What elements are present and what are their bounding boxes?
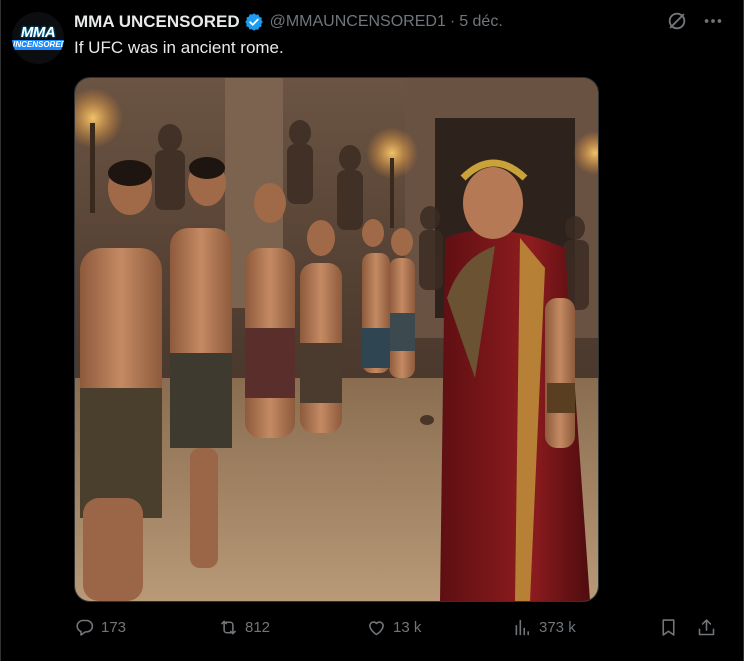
avatar-text-top: MMA: [20, 24, 56, 41]
more-options-icon[interactable]: [702, 10, 724, 32]
verified-badge-icon[interactable]: [244, 12, 264, 32]
views-icon: [515, 619, 529, 636]
tweet-header: MMA UNCENSORED @MMAUNCENSORED1 · 5 déc.: [74, 11, 503, 33]
like-count: 13 k: [393, 619, 422, 636]
left-border: [0, 0, 1, 661]
bookmark-icon: [662, 619, 675, 636]
author-name[interactable]: MMA UNCENSORED: [74, 12, 240, 32]
heart-icon: [369, 621, 384, 636]
repost-count: 812: [245, 619, 271, 636]
reply-button[interactable]: 173: [74, 617, 126, 638]
action-bar: 173 812 13 k 373 k: [74, 617, 724, 643]
avatar-text-bottom: UNCENSORED: [12, 40, 64, 50]
views-count: 373 k: [539, 619, 576, 636]
repost-icon: [221, 620, 236, 635]
separator-dot: ·: [449, 13, 456, 30]
avatar[interactable]: MMA UNCENSORED: [12, 12, 64, 64]
ancient-rome-arena-image: [75, 78, 598, 601]
repost-button[interactable]: 812: [218, 617, 270, 638]
post-date[interactable]: 5 déc.: [459, 13, 503, 31]
reply-count: 173: [101, 619, 127, 636]
grok-icon[interactable]: [666, 10, 688, 32]
reply-icon: [76, 619, 94, 636]
share-icon: [698, 619, 715, 636]
tweet-text: If UFC was in ancient rome.: [74, 38, 284, 57]
author-handle[interactable]: @MMAUNCENSORED1: [270, 13, 446, 31]
like-button[interactable]: 13 k: [366, 617, 421, 638]
views-button[interactable]: 373 k: [512, 617, 576, 638]
tweet-image[interactable]: [74, 77, 599, 602]
share-button[interactable]: [696, 617, 717, 638]
bookmark-button[interactable]: [658, 617, 679, 638]
header-icons: [666, 10, 724, 32]
